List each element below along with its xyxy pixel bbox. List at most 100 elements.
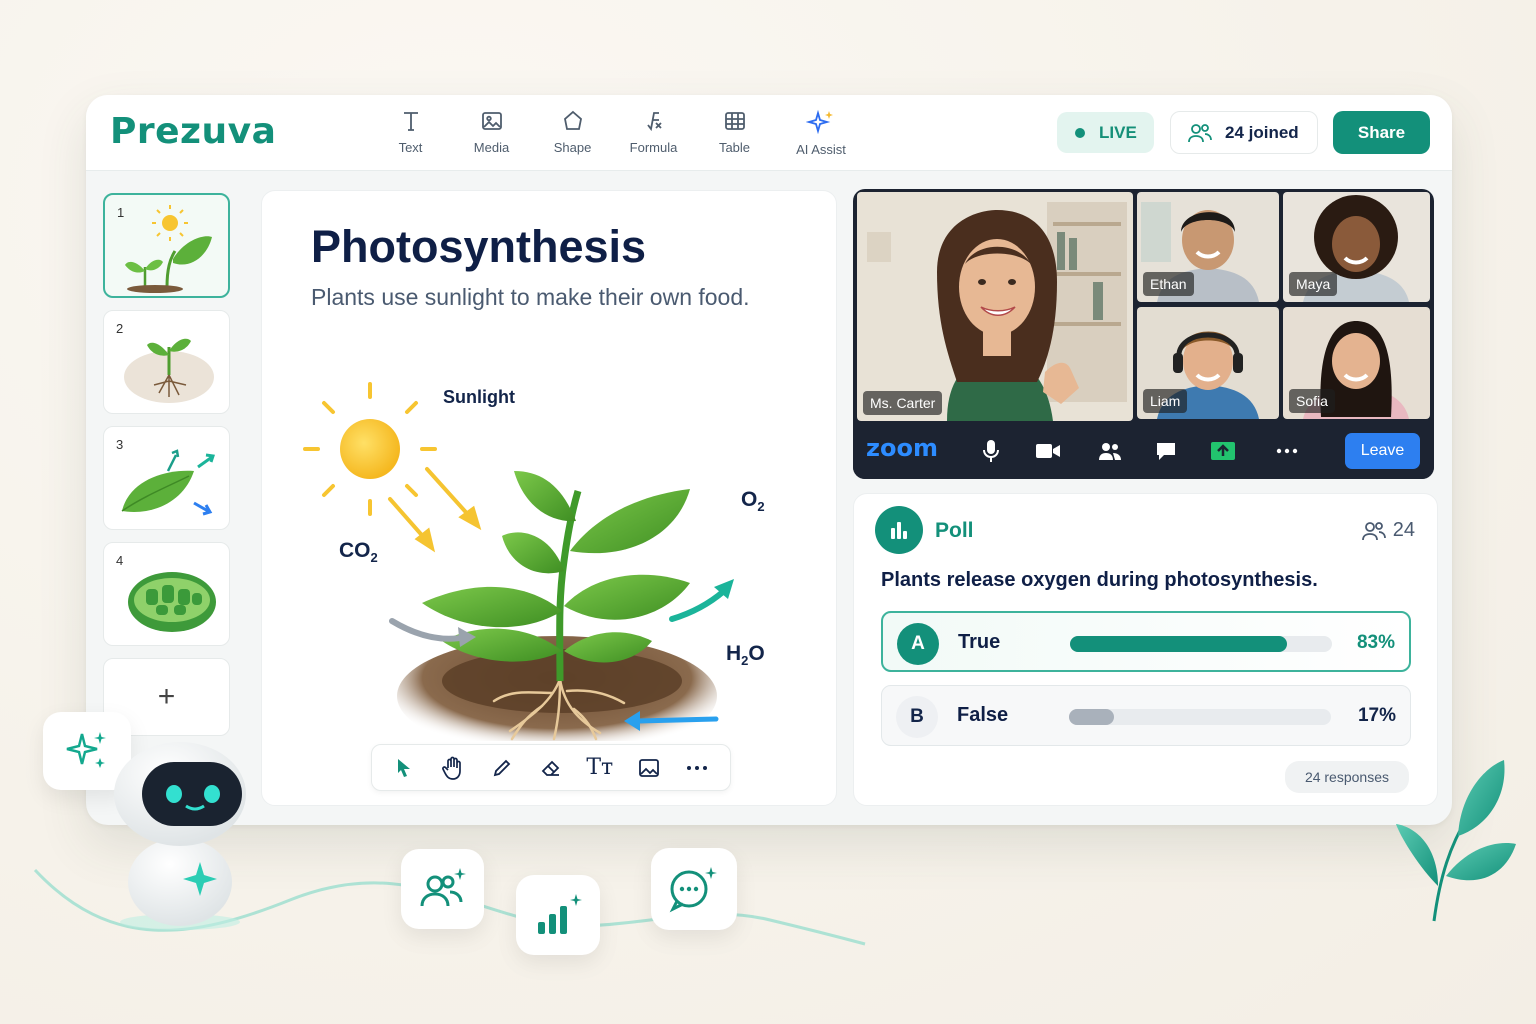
option-result-fill <box>1070 636 1288 652</box>
text-size-icon[interactable]: Tт <box>585 753 615 783</box>
shape-icon <box>563 110 582 130</box>
zoom-logo: zoom <box>866 434 938 462</box>
option-text: False <box>957 704 1009 726</box>
insert-tools: Text Media Shape Formula Table AI Assist <box>370 109 867 159</box>
app-logo[interactable]: Prezuva <box>110 111 276 152</box>
image-icon[interactable] <box>634 753 664 783</box>
sun-plant-icon <box>125 205 212 293</box>
live-label: LIVE <box>1099 122 1137 142</box>
participant-tile-ethan[interactable]: Ethan <box>1137 192 1279 302</box>
zoom-control-bar: zoom Leave <box>853 422 1434 479</box>
more-options-icon[interactable] <box>1274 438 1300 464</box>
poll-option-b[interactable]: B False 17% <box>881 685 1411 746</box>
text-tool-label: Text <box>398 140 423 155</box>
table-tool-button[interactable]: Table <box>694 109 775 159</box>
people-icon <box>1188 123 1212 142</box>
drawing-toolbar: Tт <box>371 744 731 791</box>
h2o-o: O <box>748 642 765 665</box>
share-button[interactable]: Share <box>1333 111 1430 154</box>
leave-button[interactable]: Leave <box>1345 433 1420 469</box>
pointer-icon[interactable] <box>389 753 419 783</box>
participant-name: Ethan <box>1143 272 1194 296</box>
joined-count-button[interactable]: 24 joined <box>1170 111 1318 154</box>
teacher-avatar <box>857 192 1133 421</box>
shape-tool-button[interactable]: Shape <box>532 109 613 159</box>
bar-chart-icon <box>875 506 923 554</box>
roots-icon <box>124 338 214 403</box>
o2-label: O2 <box>741 488 765 514</box>
sunlight-label: Sunlight <box>443 387 515 407</box>
participant-tile-ms-carter[interactable]: Ms. Carter <box>857 192 1133 421</box>
option-percent: 83% <box>1356 632 1395 653</box>
chat-icon <box>669 867 717 913</box>
more-icon[interactable] <box>682 753 712 783</box>
participant-name: Maya <box>1289 272 1338 296</box>
slide-thumbnail-2[interactable]: 2 <box>103 310 230 414</box>
option-result-fill <box>1069 709 1114 725</box>
formula-tool-button[interactable]: Formula <box>613 109 694 159</box>
media-tool-label: Media <box>473 140 510 155</box>
photosynthesis-diagram <box>303 382 734 741</box>
slide-canvas[interactable]: Photosynthesis Plants use sunlight to ma… <box>261 190 837 806</box>
participant-tile-sofia[interactable]: Sofia <box>1283 307 1430 419</box>
poll-question: Plants release oxygen during photosynthe… <box>881 569 1318 591</box>
slide-thumbnail-3[interactable]: 3 <box>103 426 230 530</box>
live-dot-icon <box>1075 127 1085 138</box>
people-icon <box>1361 521 1386 540</box>
formula-icon <box>646 112 662 132</box>
slide-subtitle[interactable]: Plants use sunlight to make their own fo… <box>311 284 750 311</box>
share-screen-icon[interactable] <box>1210 438 1236 464</box>
pen-icon[interactable] <box>487 753 517 783</box>
table-icon <box>724 112 745 130</box>
poll-option-a[interactable]: A True 83% <box>881 611 1411 672</box>
option-result-bar <box>1070 636 1332 652</box>
eraser-icon[interactable] <box>536 753 566 783</box>
co2-subscript: 2 <box>370 550 378 566</box>
option-result-bar <box>1069 709 1331 725</box>
slide-thumbnail-4[interactable]: 4 <box>103 542 230 646</box>
video-call-panel: Ms. Carter Ethan Maya Liam Sofia zoom Le… <box>853 189 1434 479</box>
poll-count-value: 24 <box>1392 519 1415 541</box>
top-toolbar: Prezuva Text Media Shape Formula Table A… <box>86 95 1452 171</box>
growth-chart-icon <box>538 894 582 934</box>
chat-bubble[interactable] <box>651 848 737 930</box>
h2o-h: H <box>726 642 742 665</box>
robot-assistant-icon[interactable] <box>100 742 250 932</box>
camera-icon[interactable] <box>1035 438 1061 464</box>
participant-tile-liam[interactable]: Liam <box>1137 307 1279 419</box>
participants-icon[interactable] <box>1097 438 1123 464</box>
participant-tile-maya[interactable]: Maya <box>1283 192 1430 302</box>
leaf-arrows-icon <box>121 449 215 516</box>
collaborate-bubble[interactable] <box>401 849 484 929</box>
text-tool-button[interactable]: Text <box>370 109 451 159</box>
analytics-bubble[interactable] <box>516 875 600 955</box>
poll-title: Poll <box>935 519 974 542</box>
option-percent: 17% <box>1357 705 1396 726</box>
joined-label: 24 joined <box>1225 122 1299 142</box>
chloroplast-icon <box>128 572 216 632</box>
participant-name: Ms. Carter <box>863 391 943 415</box>
media-tool-button[interactable]: Media <box>451 109 532 159</box>
chat-icon[interactable] <box>1153 438 1179 464</box>
option-letter: B <box>896 696 938 738</box>
poll-panel: Poll 24 Plants release oxygen during pho… <box>853 493 1438 806</box>
people-add-icon <box>420 868 466 907</box>
text-icon <box>403 112 418 131</box>
co2-label: CO2 <box>339 539 378 565</box>
image-icon <box>481 112 502 130</box>
slide-title[interactable]: Photosynthesis <box>311 221 646 273</box>
live-status-badge: LIVE <box>1057 112 1154 153</box>
formula-tool-label: Formula <box>629 140 678 155</box>
h2o-label: H2O <box>726 642 765 668</box>
table-tool-label: Table <box>718 140 751 155</box>
app-window: Prezuva Text Media Shape Formula Table A… <box>86 95 1452 825</box>
shape-tool-label: Shape <box>553 140 592 155</box>
ai-assist-button[interactable]: AI Assist <box>775 109 867 159</box>
slide-thumbnail-1[interactable]: 1 <box>103 193 230 298</box>
microphone-icon[interactable] <box>978 438 1004 464</box>
participant-name: Sofia <box>1289 389 1335 413</box>
hand-icon[interactable] <box>438 753 468 783</box>
o2-subscript: 2 <box>757 499 765 515</box>
sparkle-icon <box>806 109 833 135</box>
text-size-glyph: Tт <box>586 755 614 780</box>
